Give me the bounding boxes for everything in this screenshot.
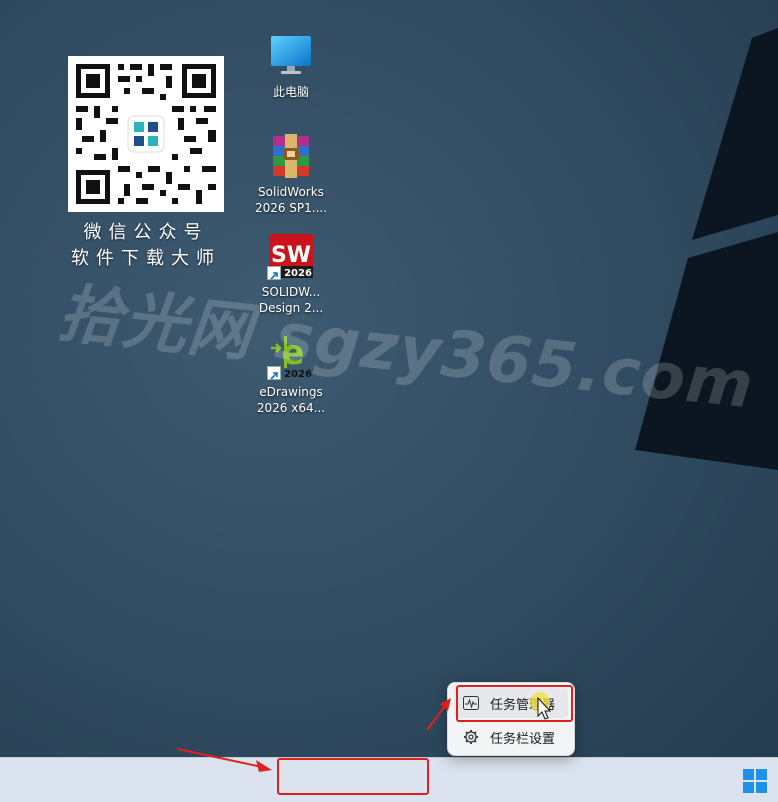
svg-text:2026: 2026 [284,268,312,279]
desktop-icon-this-pc[interactable]: 此电脑 [250,32,332,100]
qr-code [68,56,224,212]
menu-item-label: 任务栏设置 [490,731,556,747]
start-button[interactable] [743,769,767,793]
monitor-icon [267,32,315,80]
solidworks-icon: SW 2026 [267,232,315,280]
windows-logo-icon [743,769,754,780]
qr-caption-line1: 微信公众号 [83,222,209,243]
menu-item-taskbar-settings[interactable]: 任务栏设置 [454,722,568,752]
svg-text:SW: SW [271,243,311,268]
desktop-icon-solidworks-archive[interactable]: SolidWorks 2026 SP1.... [250,132,332,216]
annotation-box-taskbar [277,758,429,795]
desktop-icon-label: eDrawings 2026 x64... [256,385,326,415]
mouse-cursor-icon [530,692,552,720]
winrar-archive-icon [267,132,315,180]
desktop: 微信公众号 软件下载大师 此电脑 SolidWorks 2026 SP1....… [0,0,778,757]
shortcut-arrow-icon [267,266,281,280]
desktop-icon-label: SolidWorks 2026 SP1.... [254,185,328,215]
gear-icon [462,728,480,746]
desktop-icon-label: 此电脑 [272,85,309,99]
